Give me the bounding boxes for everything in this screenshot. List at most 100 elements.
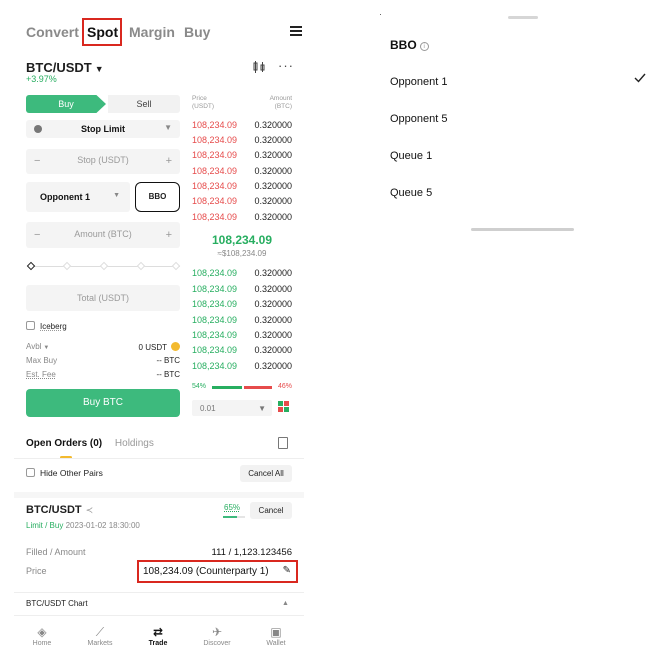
order-subtitle: Limit / Buy 2023-01-02 18:30:00 (26, 521, 140, 530)
orderbook-view-icon[interactable] (278, 401, 290, 413)
chevron-down-icon: ▼ (113, 192, 120, 199)
sheet-handle[interactable] (508, 16, 538, 19)
nav-wallet[interactable]: ▣ Wallet (251, 624, 301, 647)
avbl-row: Avbl ▼ 0 USDT (26, 342, 180, 352)
pair-change: +3.97% (26, 74, 57, 84)
slider-node[interactable] (136, 261, 146, 271)
slider-node[interactable] (171, 261, 181, 271)
bottom-nav: ◈ Home ⟋ Markets ⇄ Trade ✈ Discover ▣ Wa… (14, 618, 304, 671)
discover-icon: ✈ (211, 625, 223, 639)
cancel-all-button[interactable]: Cancel All (240, 465, 292, 482)
nav-markets[interactable]: ⟋ Markets (75, 624, 125, 647)
mid-price-value: 108,234.09 (211, 233, 273, 247)
amount-input[interactable]: − Amount (BTC) + (26, 222, 180, 248)
mid-price-fiat: ≈$108,234.09 (217, 249, 267, 258)
price-type-select[interactable]: Opponent 1 ▼ (26, 182, 130, 212)
tab-holdings[interactable]: Holdings (115, 438, 154, 449)
plus-icon[interactable]: + (166, 155, 172, 167)
sell-tab[interactable]: Sell (108, 95, 180, 113)
hide-other-pairs[interactable]: Hide Other Pairs (26, 468, 103, 478)
ask-row[interactable]: 108,234.09 0.320000 (192, 135, 292, 150)
option-opponent-5[interactable]: Opponent 5 (390, 113, 660, 125)
ask-row[interactable]: 108,234.09 0.320000 (192, 150, 292, 165)
buy-sell-toggle: Buy Sell (26, 95, 180, 113)
iceberg-label: Iceberg (40, 322, 67, 331)
iceberg-option[interactable]: Iceberg (26, 321, 67, 331)
slider-handle[interactable] (26, 261, 36, 271)
caret-down-icon: ▼ (43, 345, 50, 351)
nav-discover[interactable]: ✈ Discover (192, 624, 242, 647)
buy-tab[interactable]: Buy (26, 95, 106, 113)
iceberg-checkbox[interactable] (26, 321, 35, 330)
chart-toggle[interactable]: BTC/USDT Chart (26, 599, 88, 608)
bid-row[interactable]: 108,234.09 0.320000 (192, 299, 292, 314)
home-icon: ◈ (37, 625, 47, 639)
share-icon[interactable]: ≺ (86, 505, 94, 515)
estfee-row: Est. Fee -- BTC (26, 370, 180, 379)
filled-progress (223, 516, 245, 518)
bbo-sheet: BBO i Opponent 1 Opponent 5 Queue 1 Queue… (370, 0, 670, 240)
avbl-value: 0 USDT (139, 342, 180, 352)
filled-value: 111 / 1,123.123456 (211, 547, 292, 558)
stop-placeholder: Stop (USDT) (77, 155, 129, 165)
amount-slider[interactable] (26, 261, 181, 272)
tab-open-orders[interactable]: Open Orders (0) (26, 438, 102, 449)
plus-icon[interactable]: + (166, 229, 172, 241)
buy-ratio: 54% (192, 383, 207, 390)
bid-row[interactable]: 108,234.09 0.320000 (192, 361, 292, 376)
trade-screen: Convert Spot Margin Buy BTC/USDT ▼ +3.97%… (14, 0, 304, 671)
nav-home[interactable]: ◈ Home (17, 624, 67, 647)
option-queue-5[interactable]: Queue 5 (390, 187, 660, 199)
depth-value: 0.01 (200, 404, 216, 413)
filled-percent: 65% (224, 503, 241, 512)
mid-price[interactable]: 108,234.09 ≈$108,234.09 (192, 233, 292, 258)
depth-select[interactable]: 0.01 ▼ (192, 400, 272, 416)
order-type: Limit / Buy (26, 521, 64, 530)
option-queue-1[interactable]: Queue 1 (390, 150, 660, 162)
tab-margin[interactable]: Margin (129, 24, 175, 40)
menu-icon[interactable] (290, 26, 302, 36)
order-type-select[interactable]: Stop Limit ▼ (26, 120, 180, 138)
price-highlight-box: 108,234.09 (Counterparty 1) ✎ (137, 560, 298, 583)
bbo-button[interactable]: BBO (135, 182, 180, 212)
ask-row[interactable]: 108,234.09 0.320000 (192, 120, 292, 135)
more-icon[interactable]: ··· (278, 58, 294, 73)
candlestick-icon[interactable] (252, 60, 266, 77)
maxbuy-value: -- BTC (156, 356, 180, 365)
total-input[interactable]: Total (USDT) (26, 285, 180, 311)
bid-row[interactable]: 108,234.09 0.320000 (192, 330, 292, 345)
order-time: 2023-01-02 18:30:00 (65, 521, 140, 530)
tab-spot[interactable]: Spot (87, 24, 118, 40)
hide-pairs-checkbox[interactable] (26, 468, 35, 477)
chevron-up-icon[interactable]: ▲ (282, 600, 289, 607)
bid-row[interactable]: 108,234.09 0.320000 (192, 284, 292, 299)
ask-row[interactable]: 108,234.09 0.320000 (192, 166, 292, 181)
chevron-down-icon: ▼ (258, 404, 266, 413)
pair-selector[interactable]: BTC/USDT ▼ (26, 60, 104, 75)
info-icon[interactable]: i (419, 42, 429, 51)
buy-btc-button[interactable]: Buy BTC (26, 389, 180, 417)
edit-icon[interactable]: ✎ (283, 565, 291, 576)
tab-convert[interactable]: Convert (26, 24, 79, 40)
order-history-icon[interactable] (278, 437, 288, 449)
nav-trade[interactable]: ⇄ Trade (133, 624, 183, 647)
ask-row[interactable]: 108,234.09 0.320000 (192, 212, 292, 227)
order-type-value: Stop Limit (81, 124, 125, 134)
cancel-order-button[interactable]: Cancel (250, 502, 292, 519)
sheet-title: BBO i (390, 38, 429, 52)
bid-row[interactable]: 108,234.09 0.320000 (192, 315, 292, 330)
ask-row[interactable]: 108,234.09 0.320000 (192, 196, 292, 211)
tab-buy[interactable]: Buy (184, 24, 210, 40)
bid-row[interactable]: 108,234.09 0.320000 (192, 345, 292, 360)
bid-row[interactable]: 108,234.09 0.320000 (192, 268, 292, 283)
ask-row[interactable]: 108,234.09 0.320000 (192, 181, 292, 196)
trade-icon: ⇄ (152, 625, 164, 639)
hide-pairs-label: Hide Other Pairs (40, 468, 103, 478)
orders-tabs: Open Orders (0) Holdings (26, 438, 154, 449)
add-funds-icon[interactable] (171, 342, 180, 351)
option-opponent-1[interactable]: Opponent 1 (390, 73, 660, 88)
slider-node[interactable] (62, 261, 72, 271)
stop-price-input[interactable]: − Stop (USDT) + (26, 149, 180, 174)
slider-node[interactable] (99, 261, 109, 271)
wallet-icon: ▣ (270, 625, 282, 639)
